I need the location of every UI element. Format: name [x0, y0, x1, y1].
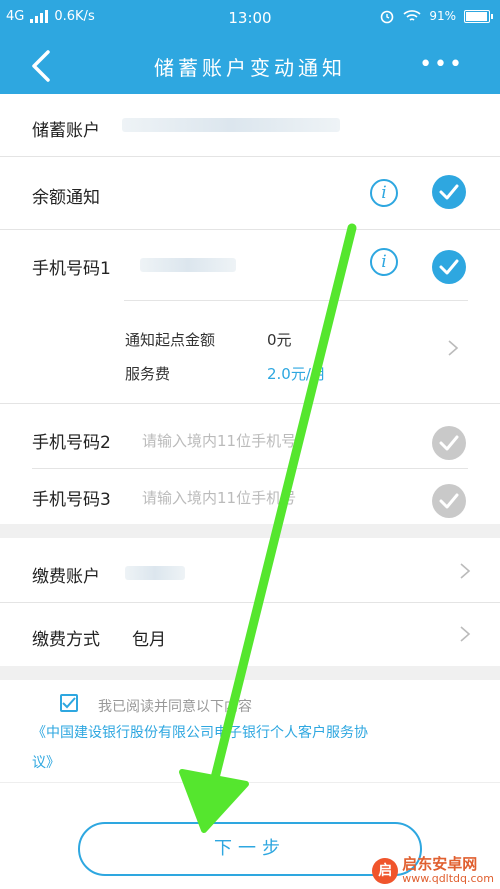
account-row[interactable]: 储蓄账户	[0, 94, 500, 156]
wifi-icon	[403, 10, 421, 21]
phone2-label: 手机号码2	[32, 433, 111, 453]
agreement-checkbox[interactable]	[60, 694, 78, 712]
phone3-label: 手机号码3	[32, 490, 111, 510]
agreement-link-continued[interactable]: 议》	[32, 752, 60, 772]
battery-icon	[464, 9, 493, 23]
chevron-right-icon	[460, 563, 471, 579]
battery-percent: 91%	[429, 9, 456, 23]
payment-account-row[interactable]: 缴费账户	[0, 538, 500, 602]
account-label: 储蓄账户	[32, 121, 100, 141]
payment-account-label: 缴费账户	[32, 567, 100, 587]
info-icon[interactable]: i	[370, 248, 398, 276]
status-bar: 4G 0.6K/s 13:00 91%	[0, 0, 500, 36]
alarm-icon	[381, 10, 394, 24]
watermark-text: 启东安卓网 www.qdltdq.com	[402, 856, 494, 885]
agreement-link[interactable]: 《中国建设银行股份有限公司电子银行个人客户服务协	[32, 722, 368, 742]
phone3-row: 手机号码3 请输入境内11位手机号	[0, 469, 500, 524]
phone2-checkbox[interactable]	[432, 426, 466, 460]
phone3-input[interactable]: 请输入境内11位手机号	[142, 487, 296, 508]
divider	[0, 782, 500, 783]
phone1-number-redacted	[140, 258, 236, 272]
phone1-checkbox[interactable]	[432, 250, 466, 284]
fee-label: 服务费	[125, 365, 171, 383]
more-menu-icon[interactable]: •••	[419, 52, 464, 77]
balance-notice-checkbox[interactable]	[432, 175, 466, 209]
info-icon[interactable]: i	[370, 179, 398, 207]
check-icon	[439, 435, 459, 451]
phone1-detail-row[interactable]: 通知起点金额 0元 服务费 2.0元/月	[0, 301, 500, 403]
fee-value: 2.0元/月	[267, 365, 326, 383]
phone1-label: 手机号码1	[32, 259, 111, 279]
watermark-name: 启东安卓网	[402, 855, 478, 873]
phone2-input[interactable]: 请输入境内11位手机号	[142, 430, 296, 451]
watermark-url: www.qdltdq.com	[402, 872, 494, 885]
phone3-checkbox[interactable]	[432, 484, 466, 518]
agreement-text: 我已阅读并同意以下内容	[98, 699, 252, 715]
check-icon	[439, 493, 459, 509]
watermark: 启 启东安卓网 www.qdltdq.com	[372, 856, 494, 885]
chevron-right-icon	[460, 626, 471, 642]
balance-notice-row: 余额通知 i	[0, 157, 500, 229]
watermark-logo: 启	[372, 857, 399, 884]
payment-section: 缴费账户 缴费方式 包月	[0, 538, 500, 666]
status-right: 91%	[379, 8, 493, 24]
phone1-row: 手机号码1 i	[0, 230, 500, 300]
next-button[interactable]: 下一步	[78, 822, 422, 876]
app-header: 储蓄账户变动通知 •••	[0, 36, 500, 94]
threshold-label: 通知起点金额	[125, 331, 216, 349]
check-icon	[439, 259, 459, 275]
check-icon	[439, 184, 459, 200]
threshold-value: 0元	[267, 331, 292, 349]
account-number-redacted	[122, 118, 340, 132]
check-icon	[62, 697, 76, 709]
balance-notice-label: 余额通知	[32, 188, 100, 208]
payment-account-redacted	[125, 566, 185, 580]
phone2-row: 手机号码2 请输入境内11位手机号	[0, 404, 500, 468]
notification-settings-section: 储蓄账户 余额通知 i 手机号码1 i 通知起点金额 0元 服务费 2.0元/月…	[0, 94, 500, 524]
payment-method-value: 包月	[132, 630, 166, 650]
payment-method-label: 缴费方式	[32, 630, 100, 650]
chevron-right-icon	[448, 340, 459, 356]
payment-method-row[interactable]: 缴费方式 包月	[0, 603, 500, 666]
